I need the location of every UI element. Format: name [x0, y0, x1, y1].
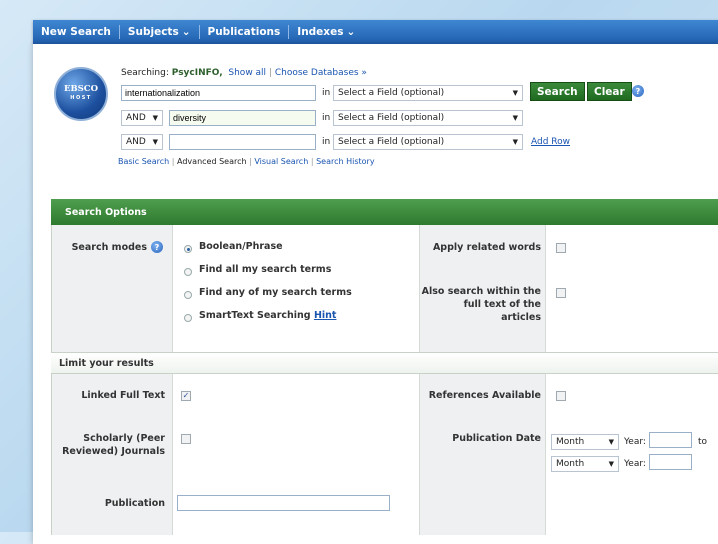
- help-icon[interactable]: ?: [632, 85, 644, 97]
- smarttext-label: SmartText Searching: [199, 310, 311, 321]
- logo-name: EBSCO: [64, 84, 98, 94]
- radio-smarttext[interactable]: [184, 314, 192, 322]
- apply-related-words-label: Apply related words: [432, 242, 541, 253]
- indexes-menu[interactable]: Indexes ⌄: [289, 26, 363, 38]
- dropdown-arrow-icon: ▼: [512, 138, 518, 146]
- searching-label: Searching:: [121, 68, 169, 78]
- database-name: PsycINFO,: [171, 68, 223, 78]
- date-from-year-input[interactable]: [649, 432, 692, 448]
- radio-boolean-phrase[interactable]: [184, 245, 192, 253]
- date-to-month-select[interactable]: Month ▼: [551, 456, 619, 472]
- label-column-left: [52, 225, 172, 535]
- field-select-2[interactable]: Select a Field (optional) ▼: [333, 110, 523, 126]
- radio-find-all[interactable]: [184, 268, 192, 276]
- dropdown-arrow-icon: ▼: [608, 438, 614, 446]
- logo-sub: HOST: [70, 95, 92, 101]
- basic-search-link[interactable]: Basic Search: [118, 157, 169, 166]
- field-select-value: Select a Field (optional): [338, 137, 445, 147]
- field-select-value: Select a Field (optional): [338, 113, 445, 123]
- dropdown-arrow-icon: ▼: [512, 89, 518, 97]
- column-divider: [419, 225, 420, 535]
- linked-full-text-checkbox[interactable]: ✓: [181, 391, 191, 401]
- visual-search-link[interactable]: Visual Search: [254, 157, 308, 166]
- hint-link[interactable]: Hint: [314, 310, 337, 321]
- search-history-link[interactable]: Search History: [316, 157, 375, 166]
- limit-results-header: Limit your results: [51, 352, 718, 374]
- new-search-label: New Search: [41, 26, 111, 38]
- mode-find-all: Find all my search terms: [199, 264, 332, 275]
- search-term-input-2[interactable]: [169, 110, 316, 126]
- month-value: Month: [556, 459, 585, 469]
- dropdown-arrow-icon: ▼: [608, 460, 614, 468]
- field-select-3[interactable]: Select a Field (optional) ▼: [333, 134, 523, 150]
- chevron-down-icon: ⌄: [181, 26, 191, 38]
- date-from-month-select[interactable]: Month ▼: [551, 434, 619, 450]
- publication-date-label: Publication Date: [452, 433, 541, 444]
- choose-databases-link[interactable]: Choose Databases »: [275, 68, 367, 78]
- clear-button[interactable]: Clear: [587, 82, 632, 101]
- dropdown-arrow-icon: ▼: [152, 114, 158, 122]
- advanced-search-link[interactable]: Advanced Search: [177, 157, 247, 166]
- column-divider: [545, 225, 546, 535]
- linked-full-text-label: Linked Full Text: [81, 390, 165, 401]
- publications-label: Publications: [207, 26, 281, 38]
- search-term-input-3[interactable]: [169, 134, 316, 150]
- boolean-select-3[interactable]: AND ▼: [121, 134, 163, 150]
- search-term-input-1[interactable]: [121, 85, 316, 101]
- boolean-select-2[interactable]: AND ▼: [121, 110, 163, 126]
- also-search-fulltext-checkbox[interactable]: [556, 288, 566, 298]
- in-label-3: in: [322, 137, 331, 147]
- search-modes-label: Search modes: [71, 242, 147, 253]
- indexes-label: Indexes: [297, 26, 344, 38]
- search-options-header: Search Options: [51, 199, 718, 225]
- mode-smarttext: SmartText Searching Hint: [199, 310, 336, 321]
- year-label: Year:: [624, 437, 646, 447]
- date-to-year-input[interactable]: [649, 454, 692, 470]
- dropdown-arrow-icon: ▼: [152, 138, 158, 146]
- field-select-1[interactable]: Select a Field (optional) ▼: [333, 85, 523, 101]
- label-column-right: [419, 225, 545, 535]
- boolean-value: AND: [126, 137, 146, 147]
- year-label: Year:: [624, 459, 646, 469]
- boolean-value: AND: [126, 113, 146, 123]
- mode-boolean-phrase: Boolean/Phrase: [199, 241, 283, 252]
- in-label-1: in: [322, 88, 331, 98]
- publication-label: Publication: [104, 498, 165, 509]
- scholarly-journals-checkbox[interactable]: [181, 434, 191, 444]
- in-label-2: in: [322, 113, 331, 123]
- apply-related-words-checkbox[interactable]: [556, 243, 566, 253]
- subjects-label: Subjects: [127, 26, 179, 38]
- search-button[interactable]: Search: [530, 82, 585, 101]
- also-search-fulltext-label: Also search within the full text of the …: [421, 286, 541, 323]
- chevron-down-icon: ⌄: [346, 26, 356, 38]
- mode-find-any: Find any of my search terms: [199, 287, 352, 298]
- ebsco-host-logo[interactable]: EBSCO HOST: [54, 67, 108, 121]
- references-available-checkbox[interactable]: [556, 391, 566, 401]
- column-divider: [172, 225, 173, 535]
- radio-find-any[interactable]: [184, 291, 192, 299]
- publications-link[interactable]: Publications: [200, 26, 289, 38]
- help-icon[interactable]: ?: [151, 241, 163, 253]
- field-select-value: Select a Field (optional): [338, 88, 445, 98]
- publication-input[interactable]: [177, 495, 390, 511]
- new-search-link[interactable]: New Search: [33, 26, 119, 38]
- subjects-menu[interactable]: Subjects ⌄: [120, 26, 199, 38]
- references-available-label: References Available: [428, 390, 541, 401]
- searching-line: Searching: PsycINFO, Show all | Choose D…: [121, 68, 367, 78]
- show-all-link[interactable]: Show all: [228, 68, 266, 78]
- month-value: Month: [556, 437, 585, 447]
- top-navigation-bar: New Search Subjects ⌄ Publications Indexe…: [33, 20, 718, 44]
- add-row-link[interactable]: Add Row: [531, 137, 570, 147]
- to-label: to: [698, 437, 708, 447]
- dropdown-arrow-icon: ▼: [512, 114, 518, 122]
- search-type-links: Basic Search | Advanced Search | Visual …: [118, 157, 375, 166]
- scholarly-journals-label: Scholarly (Peer Reviewed) Journals: [62, 433, 165, 457]
